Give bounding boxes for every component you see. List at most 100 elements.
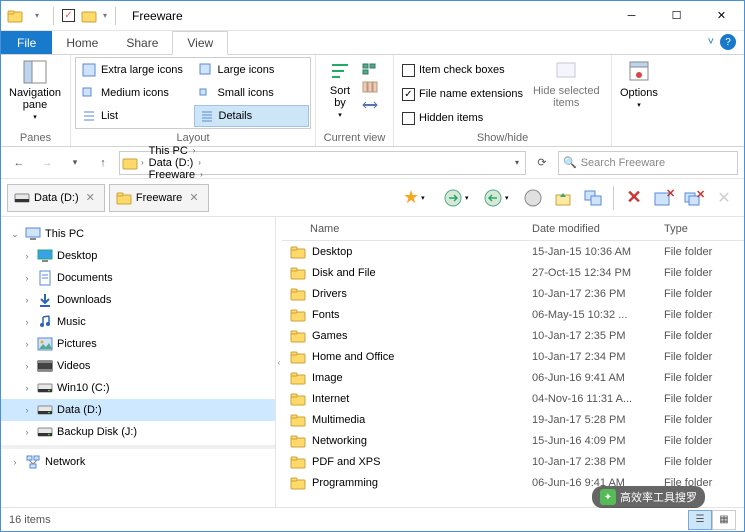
chevron-right-icon[interactable]: ›	[190, 146, 199, 155]
nav-history-button[interactable]: ▾	[439, 184, 477, 212]
layout-list[interactable]: List	[77, 105, 193, 127]
close-button[interactable]: ✕	[699, 1, 744, 31]
nav-item-pictures[interactable]: ›Pictures	[1, 333, 275, 355]
add-columns-icon[interactable]	[362, 79, 378, 95]
size-columns-icon[interactable]	[362, 97, 378, 113]
file-row[interactable]: Games10-Jan-17 2:35 PMFile folder	[282, 325, 744, 346]
close-tab-icon[interactable]: ✕	[186, 191, 201, 204]
expand-icon[interactable]: ›	[21, 339, 33, 349]
file-row[interactable]: Disk and File27-Oct-15 12:34 PMFile fold…	[282, 262, 744, 283]
nav-history-2-button[interactable]: ▾	[479, 184, 517, 212]
nav-this-pc[interactable]: ⌄ This PC	[1, 223, 275, 245]
tab-view[interactable]: View	[172, 31, 228, 55]
help-icon[interactable]: ?	[720, 34, 736, 50]
file-row[interactable]: Internet04-Nov-16 11:31 A...File folder	[282, 388, 744, 409]
location-tab[interactable]: Freeware✕	[109, 184, 209, 212]
nav-item-win10-c-[interactable]: ›Win10 (C:)	[1, 377, 275, 399]
file-row[interactable]: Networking15-Jun-16 4:09 PMFile folder	[282, 430, 744, 451]
expand-icon[interactable]: ›	[9, 457, 21, 467]
item-count: 16 items	[9, 514, 51, 526]
location-tab[interactable]: Data (D:)✕	[7, 184, 105, 212]
favorites-button[interactable]: ★▾	[399, 184, 437, 212]
hidden-items[interactable]: Hidden items	[398, 107, 527, 129]
nav-item-data-d-[interactable]: ›Data (D:)	[1, 399, 275, 421]
layout-details[interactable]: Details	[194, 105, 310, 127]
address-dropdown-icon[interactable]: ▾	[511, 158, 523, 167]
qat-checkbox[interactable]: ✓	[62, 9, 75, 22]
breadcrumb-item[interactable]: This PC›	[147, 145, 208, 157]
clone-tab-button[interactable]	[579, 184, 607, 212]
back-button[interactable]: ←	[7, 151, 31, 175]
file-menu[interactable]: File	[1, 31, 52, 54]
nav-item-backup-disk-j-[interactable]: ›Backup Disk (J:)	[1, 421, 275, 443]
expand-icon[interactable]: ›	[21, 273, 33, 283]
expand-icon[interactable]: ›	[21, 317, 33, 327]
nav-splitter[interactable]	[1, 445, 275, 449]
close-tab-button[interactable]: ✕	[620, 184, 648, 212]
qat-overflow-icon[interactable]: ▾	[103, 11, 107, 20]
file-row[interactable]: Image06-Jun-16 9:41 AMFile folder	[282, 367, 744, 388]
nav-network[interactable]: › Network	[1, 451, 275, 473]
maximize-button[interactable]: ☐	[654, 1, 699, 31]
chevron-right-icon[interactable]: ›	[195, 158, 204, 167]
file-row[interactable]: Home and Office10-Jan-17 2:34 PMFile fol…	[282, 346, 744, 367]
chevron-right-icon[interactable]: ›	[138, 158, 147, 167]
expand-icon[interactable]: ›	[21, 251, 33, 261]
icons-view-button[interactable]: ▦	[712, 510, 736, 530]
column-name[interactable]: Name	[282, 223, 532, 235]
tab-share[interactable]: Share	[112, 31, 172, 54]
sort-by-button[interactable]: Sort by ▾	[320, 57, 360, 121]
forward-button[interactable]: →	[35, 151, 59, 175]
hide-icon	[553, 59, 579, 83]
nav-item-music[interactable]: ›Music	[1, 311, 275, 333]
column-date[interactable]: Date modified	[532, 223, 664, 235]
go-button[interactable]	[519, 184, 547, 212]
file-row[interactable]: Drivers10-Jan-17 2:36 PMFile folder	[282, 283, 744, 304]
layout-large-icons[interactable]: Large icons	[194, 59, 310, 81]
file-row[interactable]: Desktop15-Jan-15 10:36 AMFile folder	[282, 241, 744, 262]
search-input[interactable]: 🔍 Search Freeware	[558, 151, 738, 175]
chevron-right-icon[interactable]: ›	[197, 170, 206, 179]
refresh-button[interactable]: ⟳	[530, 151, 554, 175]
open-parent-button[interactable]	[549, 184, 577, 212]
up-button[interactable]: ↑	[91, 151, 115, 175]
folder-quick-icon[interactable]	[81, 8, 97, 24]
file-row[interactable]: Fonts06-May-15 10:32 ...File folder	[282, 304, 744, 325]
navigation-pane-button[interactable]: Navigation pane ▾	[5, 57, 65, 123]
close-all-tabs-button[interactable]: ✕	[680, 184, 708, 212]
qat-dropdown-icon[interactable]: ▾	[29, 8, 45, 24]
expand-icon[interactable]: ›	[21, 295, 33, 305]
expand-icon[interactable]: ›	[21, 361, 33, 371]
nav-item-downloads[interactable]: ›Downloads	[1, 289, 275, 311]
hide-selected-button[interactable]: Hide selected items	[529, 57, 604, 111]
nav-item-documents[interactable]: ›Documents	[1, 267, 275, 289]
close-other-tabs-button[interactable]: ✕	[650, 184, 678, 212]
menu-bar: File HomeShareView ˅ ?	[1, 31, 744, 55]
expand-icon[interactable]: ›	[21, 383, 33, 393]
options-button[interactable]: Options ▾	[616, 57, 662, 111]
layout-medium-icons[interactable]: Medium icons	[77, 82, 193, 104]
file-name-extensions[interactable]: ✓File name extensions	[398, 83, 527, 105]
minimize-button[interactable]: ─	[609, 1, 654, 31]
layout-small-icons[interactable]: Small icons	[194, 82, 310, 104]
tab-home[interactable]: Home	[52, 31, 112, 54]
group-by-icon[interactable]	[362, 61, 378, 77]
file-row[interactable]: Multimedia19-Jan-17 5:28 PMFile folder	[282, 409, 744, 430]
close-tab-icon[interactable]: ✕	[83, 191, 98, 204]
layout-extra-large-icons[interactable]: Extra large icons	[77, 59, 193, 81]
item-check-boxes[interactable]: Item check boxes	[398, 59, 527, 81]
breadcrumb[interactable]: › This PC›Data (D:)›Freeware› ▾	[119, 151, 526, 175]
collapse-icon[interactable]: ⌄	[9, 229, 21, 240]
expand-icon[interactable]: ›	[21, 405, 33, 415]
nav-item-videos[interactable]: ›Videos	[1, 355, 275, 377]
ribbon-collapse-icon[interactable]: ˅	[708, 36, 714, 48]
globe-icon	[523, 188, 543, 208]
column-type[interactable]: Type	[664, 223, 744, 235]
nav-item-desktop[interactable]: ›Desktop	[1, 245, 275, 267]
breadcrumb-item[interactable]: Data (D:)›	[147, 157, 208, 169]
details-view-button[interactable]: ☰	[688, 510, 712, 530]
recent-locations-button[interactable]: ▾	[63, 151, 87, 175]
file-row[interactable]: PDF and XPS10-Jan-17 2:38 PMFile folder	[282, 451, 744, 472]
more-button[interactable]: ✕	[710, 184, 738, 212]
expand-icon[interactable]: ›	[21, 427, 33, 437]
